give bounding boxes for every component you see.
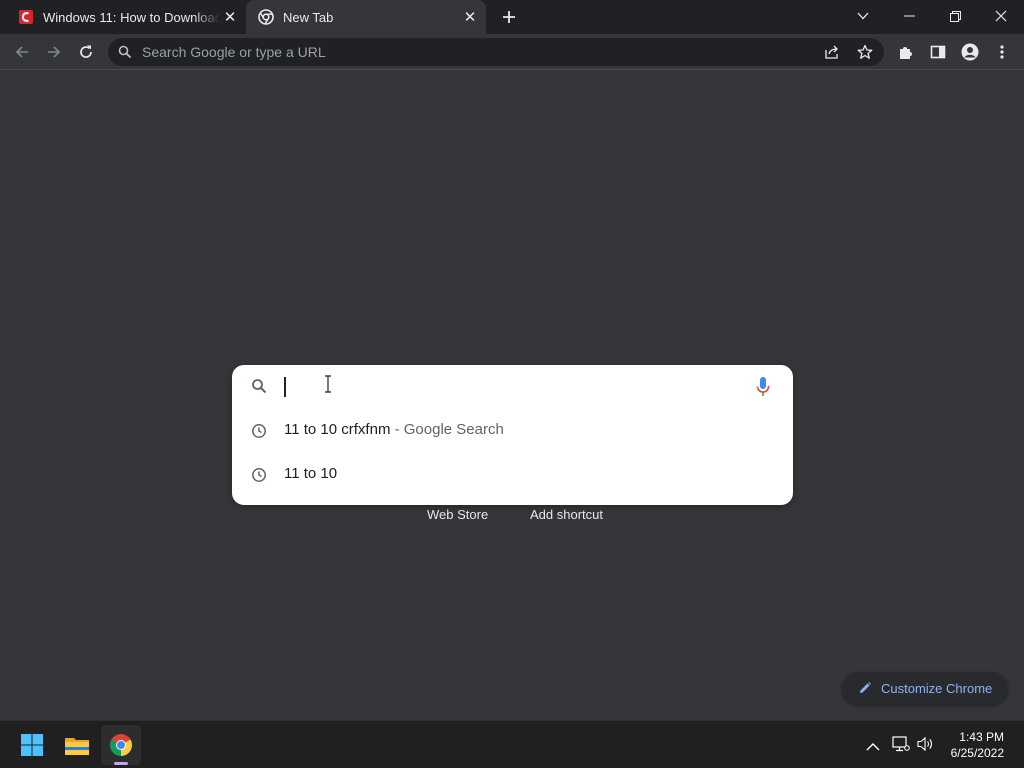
file-explorer-button[interactable]	[57, 725, 97, 765]
ntp-search-box[interactable]: 11 to 10 crfxfnm - Google Search 11 to 1…	[232, 365, 793, 505]
reload-icon	[80, 45, 92, 58]
close-tab-icon[interactable]: ✕	[460, 7, 480, 27]
voice-search-mic-icon[interactable]	[756, 376, 770, 403]
history-clock-icon	[251, 423, 267, 444]
pencil-icon	[858, 681, 872, 700]
tab-title: Windows 11: How to Download M	[43, 9, 220, 25]
folder-icon	[65, 738, 89, 755]
taskbar-time[interactable]: 1:43 PM	[959, 730, 1004, 744]
text-cursor-icon	[323, 375, 333, 398]
restore-button[interactable]	[932, 0, 978, 32]
chevron-up-icon[interactable]	[866, 738, 880, 756]
arrow-right-icon	[48, 46, 61, 58]
plus-icon	[503, 11, 515, 23]
side-panel-button[interactable]	[924, 38, 952, 66]
chrome-icon	[110, 734, 132, 756]
close-tab-icon[interactable]: ✕	[220, 7, 240, 27]
customize-chrome-label: Customize Chrome	[881, 681, 993, 696]
minimize-icon	[903, 15, 915, 17]
reload-button[interactable]	[72, 38, 100, 66]
profile-button[interactable]	[956, 38, 984, 66]
minimize-button[interactable]	[886, 0, 932, 32]
start-button[interactable]	[12, 725, 52, 765]
address-bar-placeholder: Search Google or type a URL	[142, 44, 326, 60]
chevron-down-icon	[857, 12, 869, 20]
shortcut-web-store[interactable]: Web Store	[427, 507, 488, 522]
search-input-caret[interactable]	[284, 377, 286, 397]
search-icon	[118, 45, 132, 64]
volume-icon[interactable]	[917, 736, 935, 757]
customize-chrome-button[interactable]: Customize Chrome	[842, 672, 1008, 705]
browser-toolbar: Search Google or type a URL	[0, 34, 1024, 70]
suggestion-query: 11 to 10 crfxfnm	[284, 421, 391, 438]
suggestion-item[interactable]: 11 to 10	[232, 455, 793, 495]
search-icon	[251, 378, 267, 399]
close-window-button[interactable]	[978, 0, 1024, 32]
menu-button[interactable]	[988, 38, 1016, 66]
active-app-indicator	[114, 762, 128, 765]
site-favicon-icon	[18, 9, 34, 25]
share-icon[interactable]	[824, 44, 840, 65]
windows-taskbar: 1:43 PM 6/25/2022	[0, 720, 1024, 768]
tab-strip: Windows 11: How to Download M ✕ New Tab …	[0, 0, 1024, 34]
chrome-icon	[258, 9, 274, 25]
bookmark-star-icon[interactable]	[857, 44, 873, 65]
profile-avatar-icon	[961, 43, 979, 61]
side-panel-icon	[930, 45, 946, 59]
tab-search-button[interactable]	[840, 0, 886, 32]
new-tab-button[interactable]	[497, 5, 521, 29]
arrow-left-icon	[15, 46, 28, 58]
suggestion-item[interactable]: 11 to 10 crfxfnm - Google Search	[232, 411, 793, 451]
chrome-taskbar-button[interactable]	[101, 725, 141, 765]
tab-windows-11-download[interactable]: Windows 11: How to Download M ✕	[8, 0, 246, 34]
suggestion-text: 11 to 10 crfxfnm - Google Search	[284, 421, 504, 438]
taskbar-date[interactable]: 6/25/2022	[951, 746, 1004, 760]
suggestion-query: 11 to 10	[284, 465, 338, 482]
restore-icon	[949, 10, 961, 22]
tab-title: New Tab	[283, 9, 334, 25]
back-button[interactable]	[8, 38, 36, 66]
tab-new-tab[interactable]: New Tab ✕	[246, 0, 486, 34]
history-clock-icon	[251, 467, 267, 488]
windows-logo-icon	[21, 734, 43, 756]
close-icon	[995, 10, 1007, 22]
network-icon[interactable]	[892, 736, 910, 757]
address-bar[interactable]: Search Google or type a URL	[108, 38, 884, 66]
shortcut-add-shortcut[interactable]: Add shortcut	[530, 507, 603, 522]
puzzle-icon	[900, 47, 912, 59]
more-vert-icon	[1000, 45, 1004, 59]
suggestion-text: 11 to 10	[284, 465, 337, 482]
suggestion-source: - Google Search	[390, 421, 504, 438]
extensions-button[interactable]	[892, 38, 920, 66]
forward-button[interactable]	[40, 38, 68, 66]
